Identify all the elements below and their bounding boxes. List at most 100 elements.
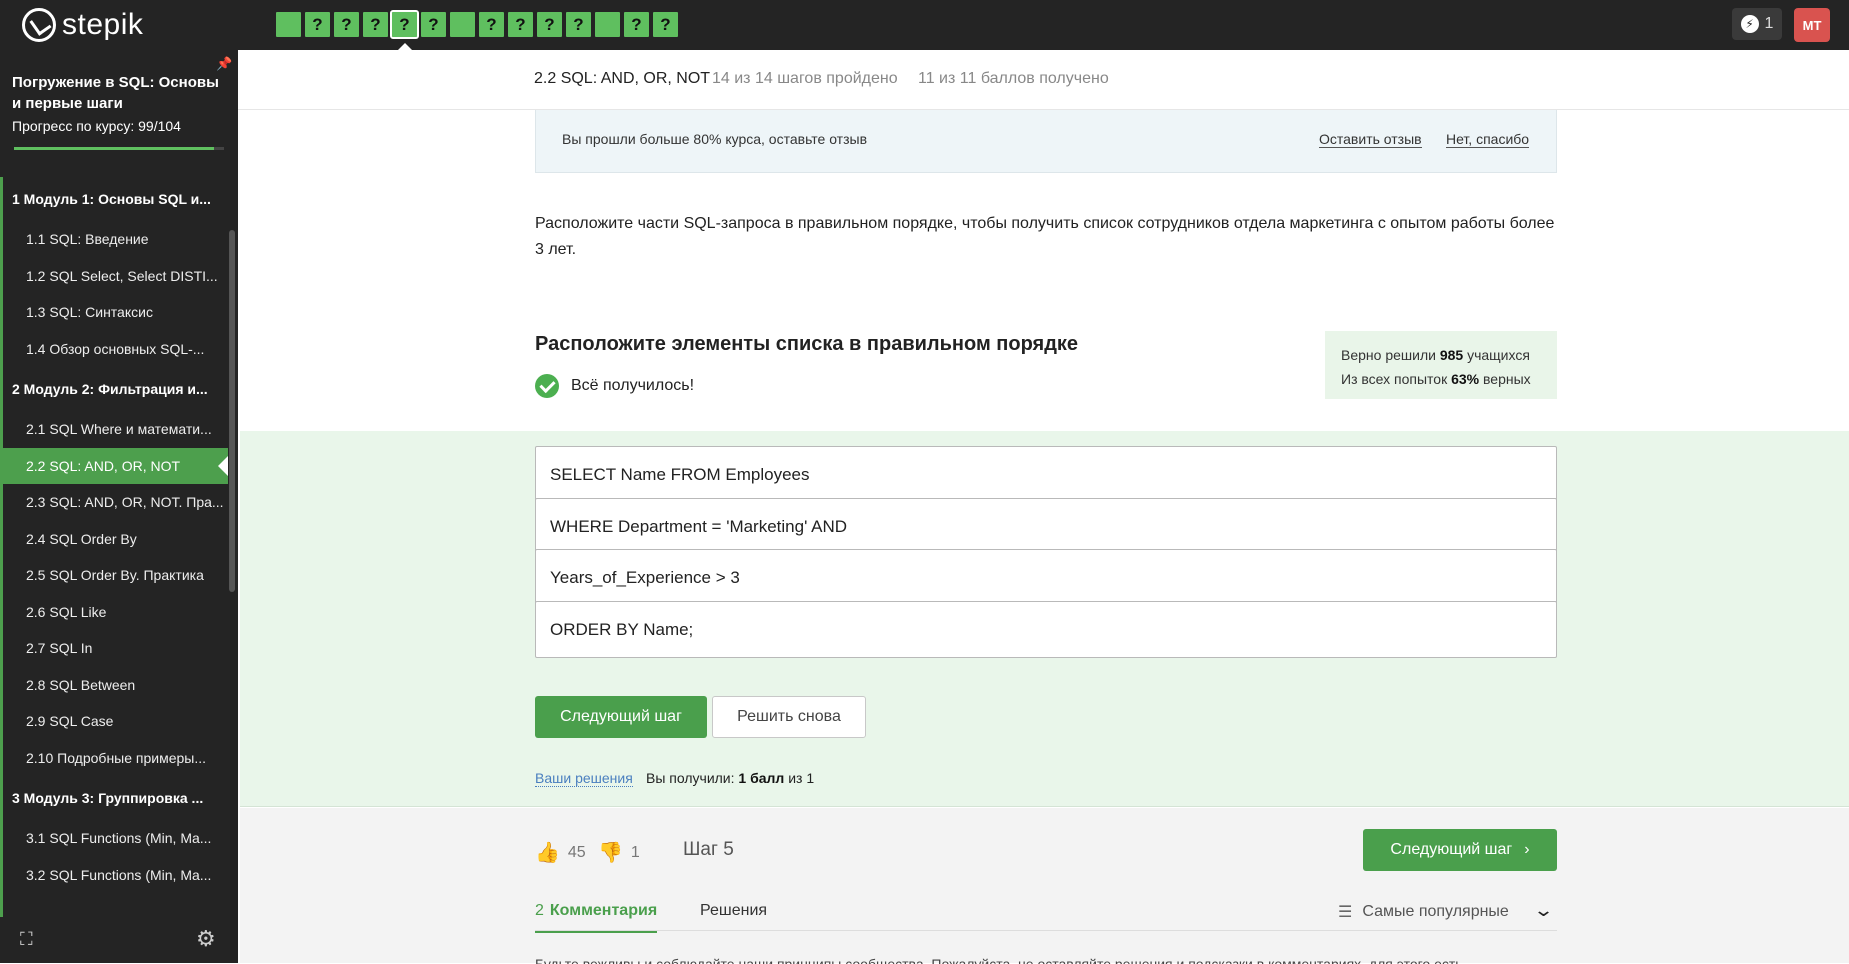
step-square[interactable]: ?: [537, 12, 562, 37]
stats-percent: 63%: [1451, 371, 1480, 387]
step-square[interactable]: ?: [421, 12, 446, 37]
tab-solutions[interactable]: Решения: [700, 902, 767, 920]
course-title[interactable]: Погружение в SQL: Основы и первые шаги: [12, 72, 227, 114]
thumbs-up-icon: 👍: [535, 842, 560, 864]
stepik-logo-icon: [22, 8, 56, 42]
settings-gear-icon[interactable]: ⚙: [196, 926, 216, 952]
sidebar-lesson[interactable]: 1.3 SQL: Синтаксис: [3, 294, 228, 331]
step-navigator: ???????????: [276, 10, 678, 39]
stats-solved-line: Верно решили 985 учащихся: [1341, 347, 1530, 363]
step-square[interactable]: ?: [653, 12, 678, 37]
no-thanks-link[interactable]: Нет, спасибо: [1446, 131, 1530, 148]
like-count: 45: [567, 843, 586, 861]
sidebar-lesson[interactable]: 2.5 SQL Order By. Практика: [3, 557, 228, 594]
sidebar-lesson[interactable]: 2.9 SQL Case: [3, 703, 228, 740]
lesson-list: 1 Модуль 1: Основы SQL и... 1.1 SQL: Введ…: [0, 177, 228, 917]
sortable-item[interactable]: Years_of_Experience > 3: [535, 549, 1557, 606]
quiz-title: Расположите элементы списка в правильном…: [535, 333, 1079, 355]
course-progress-bar: [14, 147, 224, 150]
stats-solved-count: 985: [1439, 347, 1464, 363]
stepik-logo[interactable]: stepik: [22, 8, 143, 42]
success-text: Всё получилось!: [571, 377, 695, 394]
sidebar-lesson[interactable]: 3.2 SQL Functions (Min, Ma...: [3, 857, 228, 894]
bolt-icon: ⚡: [1740, 15, 1759, 33]
course-progress-label: Прогресс по курсу: 99/104: [12, 118, 181, 134]
comments-count: 2: [535, 902, 544, 919]
sidebar-lesson[interactable]: 1.4 Обзор основных SQL-...: [3, 331, 228, 368]
chevron-down-icon[interactable]: ⌄: [1533, 900, 1554, 921]
sidebar-lesson[interactable]: 2.10 Подробные примеры...: [3, 740, 228, 777]
sidebar-module[interactable]: 3 Модуль 3: Группировка ...: [3, 776, 228, 820]
lesson-header: 2.2 SQL: AND, OR, NOT 14 из 14 шагов про…: [238, 50, 1849, 110]
next-step-label: Следующий шаг: [1390, 841, 1513, 858]
success-message: Всё получилось!: [535, 374, 694, 398]
top-bar: stepik ??????????? ⚡ 1 MT: [0, 0, 1849, 51]
logo-text: stepik: [62, 8, 144, 41]
sidebar-lesson[interactable]: 2.3 SQL: AND, OR, NOT. Пра...: [3, 484, 228, 521]
streak-value: 1: [1764, 15, 1774, 32]
answer-area: SELECT Name FROM Employees WHERE Departm…: [240, 431, 1849, 807]
chevron-right-icon: ›: [1524, 841, 1530, 858]
sort-dropdown[interactable]: ☰ Самые популярные: [1338, 902, 1509, 922]
like-button[interactable]: 👍 45: [535, 840, 586, 865]
step-square[interactable]: ?: [479, 12, 504, 37]
sidebar-module[interactable]: 1 Модуль 1: Основы SQL и...: [3, 177, 228, 221]
sort-label: Самые популярные: [1362, 903, 1509, 920]
sidebar-lesson[interactable]: 2.4 SQL Order By: [3, 521, 228, 558]
step-square[interactable]: [450, 12, 475, 37]
course-progress-fill: [14, 147, 214, 150]
sidebar-lesson[interactable]: 1.1 SQL: Введение: [3, 221, 228, 258]
user-avatar[interactable]: MT: [1794, 8, 1830, 42]
leave-review-link[interactable]: Оставить отзыв: [1319, 131, 1422, 148]
lesson-steps-progress: 14 из 14 шагов пройдено: [712, 70, 898, 87]
tab-comments[interactable]: 2 Комментария: [535, 902, 658, 933]
comments-tab-label: Комментария: [549, 902, 658, 919]
sortable-item[interactable]: ORDER BY Name;: [535, 601, 1557, 658]
next-step-button[interactable]: Следующий шаг: [535, 696, 707, 738]
sidebar-lesson[interactable]: 2.6 SQL Like: [3, 594, 228, 631]
sidebar-module[interactable]: 2 Модуль 2: Фильтрация и...: [3, 367, 228, 411]
step-square[interactable]: ?: [363, 12, 388, 37]
dislike-button[interactable]: 👎 1: [598, 840, 640, 865]
step-footer: 👍 45 👎 1 Шаг 5 Следующий шаг › 2 Коммента…: [240, 808, 1849, 964]
review-banner: Вы прошли больше 80% курса, оставьте отз…: [535, 110, 1557, 173]
step-square[interactable]: ?: [334, 12, 359, 37]
sidebar-lesson[interactable]: 2.1 SQL Where и математи...: [3, 411, 228, 448]
step-label: Шаг 5: [683, 839, 734, 860]
sortable-item[interactable]: SELECT Name FROM Employees: [535, 446, 1557, 503]
step-square[interactable]: ?: [508, 12, 533, 37]
step-square[interactable]: ?: [624, 12, 649, 37]
step-square[interactable]: [595, 12, 620, 37]
task-description: Расположите части SQL-запроса в правильн…: [535, 215, 1555, 258]
lesson-name: 2.2 SQL: AND, OR, NOT: [534, 70, 711, 87]
lesson-points: 11 из 11 баллов получено: [918, 70, 1109, 87]
fullscreen-icon[interactable]: ⛶: [20, 929, 38, 949]
course-sidebar: 📌 Погружение в SQL: Основы и первые шаги…: [0, 50, 238, 963]
stats-percent-line: Из всех попыток 63% верных: [1341, 371, 1531, 387]
streak-counter[interactable]: ⚡ 1: [1732, 8, 1782, 40]
pin-icon[interactable]: 📌: [216, 56, 232, 72]
sort-lines-icon: ☰: [1338, 904, 1353, 921]
score-value: 1 балл: [738, 770, 785, 786]
your-solutions-link[interactable]: Ваши решения: [535, 770, 633, 787]
dislike-count: 1: [630, 843, 640, 861]
sidebar-lesson[interactable]: 2.2 SQL: AND, OR, NOT: [3, 447, 228, 484]
sidebar-lesson[interactable]: 1.2 SQL Select, Select DISTI...: [3, 258, 228, 295]
next-step-button-footer[interactable]: Следующий шаг ›: [1363, 829, 1557, 871]
thumbs-down-icon: 👎: [598, 842, 623, 864]
sidebar-lesson[interactable]: 3.1 SQL Functions (Min, Ma...: [3, 820, 228, 857]
tabs-divider: [535, 930, 1557, 931]
sidebar-lesson[interactable]: 2.8 SQL Between: [3, 667, 228, 704]
score-text: Вы получили: 1 балл из 1: [646, 770, 815, 786]
sidebar-scrollbar[interactable]: [229, 230, 235, 592]
solve-again-button[interactable]: Решить снова: [712, 696, 866, 738]
review-banner-text: Вы прошли больше 80% курса, оставьте отз…: [562, 131, 868, 147]
step-square[interactable]: ?: [390, 10, 419, 39]
check-circle-icon: [535, 374, 559, 398]
sortable-item[interactable]: WHERE Department = 'Marketing' AND: [535, 498, 1557, 555]
step-square[interactable]: [276, 12, 301, 37]
sidebar-lesson[interactable]: 2.7 SQL In: [3, 630, 228, 667]
step-square[interactable]: ?: [305, 12, 330, 37]
step-square[interactable]: ?: [566, 12, 591, 37]
quiz-stats: Верно решили 985 учащихся Из всех попыто…: [1325, 331, 1557, 399]
